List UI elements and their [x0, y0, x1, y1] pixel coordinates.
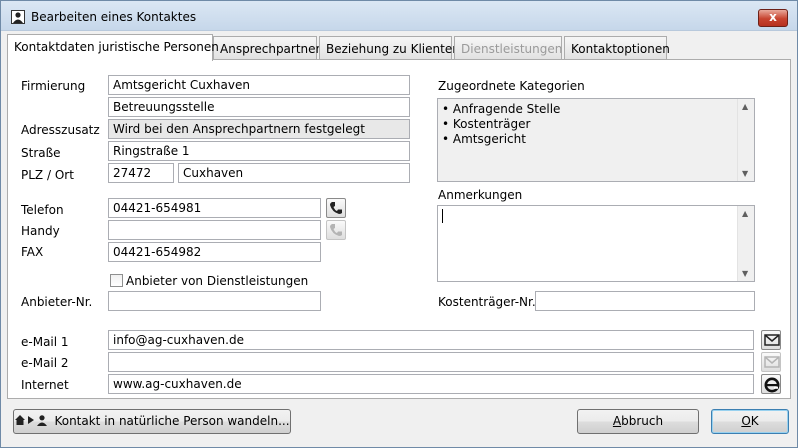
ok-hotkey: O [741, 414, 751, 428]
close-button[interactable]: x [758, 9, 788, 27]
anbieter-nr-label: Anbieter-Nr. [21, 295, 93, 309]
convert-button-label: Kontakt in natürliche Person wandeln... [54, 414, 290, 428]
email2-label: e-Mail 2 [21, 356, 69, 370]
convert-icon [14, 411, 50, 433]
telefon-label: Telefon [21, 203, 64, 217]
tab-ansprechpartner[interactable]: Ansprechpartner [213, 36, 320, 60]
scroll-down-icon[interactable]: ▼ [742, 169, 748, 178]
fax-input[interactable]: 04421-654982 [108, 242, 321, 262]
tab-beziehung-klienten[interactable]: Beziehung zu Klienten [319, 36, 460, 60]
tab-dienstleistungen: Dienstleistungen [454, 36, 562, 60]
ok-label: K [750, 414, 759, 428]
kostentraeger-input[interactable] [535, 291, 755, 311]
fax-label: FAX [21, 245, 44, 259]
title-bar: Bearbeiten eines Kontaktes x [1, 1, 797, 31]
text-caret [442, 209, 443, 223]
firmierung-input-2[interactable]: Betreuungsstelle [108, 97, 410, 117]
internet-label: Internet [21, 378, 69, 392]
send-email1-button[interactable] [761, 330, 781, 350]
anmerkungen-textarea[interactable]: ▲ ▼ [437, 205, 755, 282]
strasse-input[interactable]: Ringstraße 1 [108, 141, 410, 161]
tab-strip: Kontaktdaten juristische Personen Anspre… [1, 34, 797, 61]
ort-input[interactable]: Cuxhaven [178, 163, 410, 183]
telefon-input[interactable]: 04421-654981 [108, 198, 321, 218]
anbieter-checkbox-label: Anbieter von Dienstleistungen [126, 274, 309, 288]
list-item[interactable]: • Kostenträger [442, 117, 754, 132]
plz-ort-label: PLZ / Ort [21, 168, 74, 182]
kategorien-list[interactable]: • Anfragende Stelle • Kostenträger • Amt… [437, 98, 755, 182]
scroll-up-icon[interactable]: ▲ [742, 209, 748, 218]
open-browser-button[interactable] [761, 374, 781, 394]
adresszusatz-field: Wird bei den Ansprechpartnern festgelegt [108, 119, 410, 139]
envelope-icon [764, 356, 780, 368]
cancel-hotkey: A [612, 414, 622, 428]
handy-input[interactable] [108, 220, 321, 240]
anmerkungen-scrollbar[interactable]: ▲ ▼ [737, 206, 754, 281]
list-item[interactable]: • Anfragende Stelle [442, 102, 754, 117]
anbieter-nr-input[interactable] [108, 291, 321, 311]
tab-kontaktoptionen[interactable]: Kontaktoptionen [564, 36, 670, 60]
plz-input[interactable]: 27472 [108, 163, 174, 183]
call-handy-button [326, 220, 346, 240]
send-email2-button [761, 352, 781, 372]
scroll-up-icon[interactable]: ▲ [742, 102, 748, 111]
call-telefon-button[interactable] [326, 198, 346, 218]
handy-label: Handy [21, 224, 60, 238]
envelope-icon [764, 334, 780, 346]
cancel-label: bbruch [621, 414, 664, 428]
internet-input[interactable]: www.ag-cuxhaven.de [108, 374, 754, 394]
strasse-label: Straße [21, 146, 61, 160]
anbieter-checkbox[interactable] [110, 274, 123, 287]
kostentraeger-label: Kostenträger-Nr. [438, 295, 536, 309]
phone-icon [330, 224, 342, 236]
email1-label: e-Mail 1 [21, 335, 69, 349]
tab-panel: Firmierung Amtsgericht Cuxhaven Betreuun… [7, 59, 791, 399]
tab-kontaktdaten[interactable]: Kontaktdaten juristische Personen [7, 34, 219, 61]
email1-input[interactable]: info@ag-cuxhaven.de [108, 330, 754, 350]
edit-contact-window: Bearbeiten eines Kontaktes x Kontaktdate… [0, 0, 798, 448]
anmerkungen-label: Anmerkungen [438, 188, 523, 202]
contact-icon [11, 10, 25, 24]
adresszusatz-label: Adresszusatz [21, 123, 100, 137]
email2-input[interactable] [108, 352, 754, 372]
kategorien-label: Zugeordnete Kategorien [438, 79, 585, 93]
list-item[interactable]: • Amtsgericht [442, 132, 754, 147]
kategorien-scrollbar[interactable]: ▲ ▼ [737, 99, 754, 181]
close-icon: x [769, 10, 777, 24]
scroll-down-icon[interactable]: ▼ [742, 269, 748, 278]
phone-icon [330, 202, 342, 214]
convert-to-person-button[interactable]: Kontakt in natürliche Person wandeln... [13, 409, 291, 434]
ok-button[interactable]: OK [711, 409, 789, 434]
browser-icon [764, 377, 780, 393]
firmierung-input-1[interactable]: Amtsgericht Cuxhaven [108, 75, 410, 95]
cancel-button[interactable]: Abbruch [577, 409, 699, 434]
firmierung-label: Firmierung [21, 79, 86, 93]
window-title: Bearbeiten eines Kontaktes [31, 10, 197, 24]
